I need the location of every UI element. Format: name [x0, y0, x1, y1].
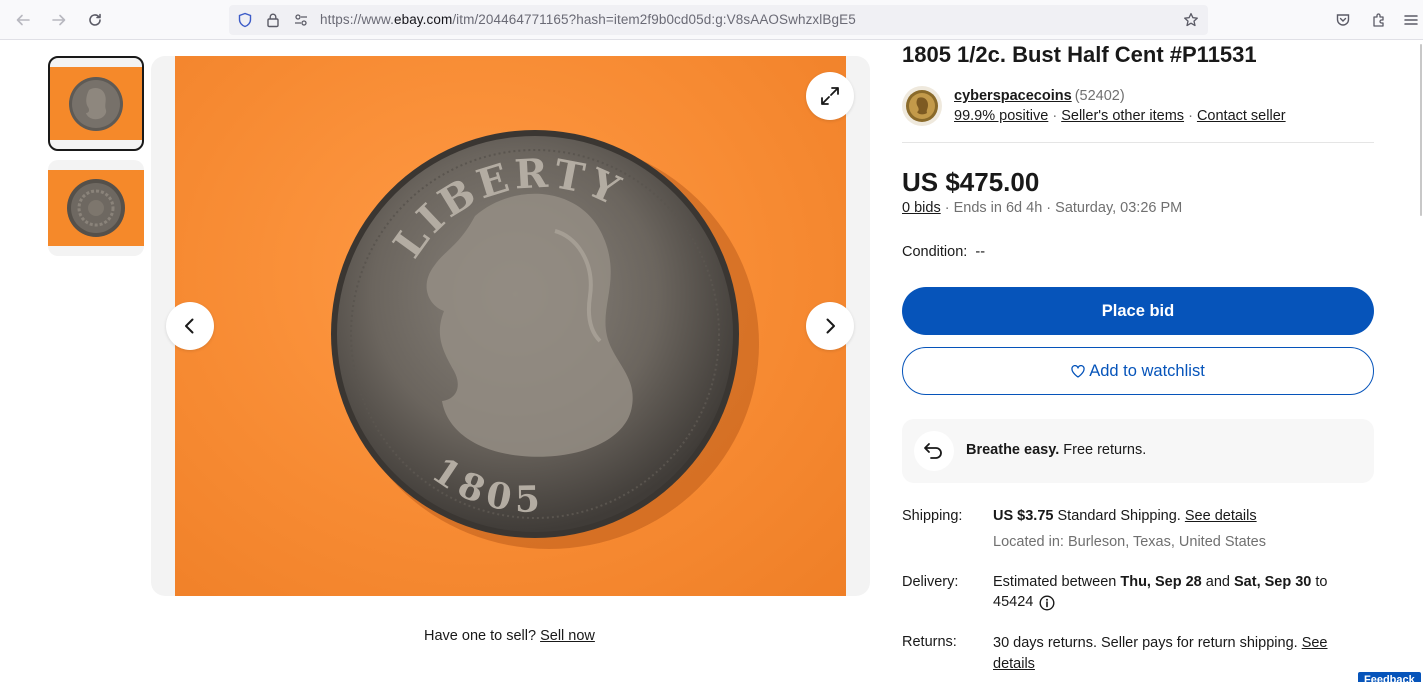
- chevron-left-icon: [185, 318, 194, 334]
- condition-value: --: [975, 244, 986, 260]
- bid-info: 0 bids · Ends in 6d 4h · Saturday, 03:26…: [902, 200, 1182, 216]
- coin-photo: LIBERTY 1805: [175, 56, 846, 596]
- thumbnail-image: [50, 67, 142, 140]
- divider: [902, 142, 1374, 143]
- shipping-see-details-link[interactable]: See details: [1185, 508, 1257, 524]
- extensions-button[interactable]: [1365, 6, 1393, 34]
- delivery-label: Delivery:: [902, 574, 959, 590]
- arrow-right-icon: [52, 14, 66, 26]
- expand-image-button[interactable]: [806, 72, 854, 120]
- shipping-cost: US $3.75: [993, 508, 1054, 524]
- delivery-and: and: [1201, 574, 1234, 590]
- contact-seller-link[interactable]: Contact seller: [1197, 108, 1286, 124]
- shipping-method: Standard Shipping.: [1053, 508, 1185, 524]
- url-text[interactable]: https://www.ebay.com/itm/204464771165?ha…: [320, 12, 856, 27]
- bids-link[interactable]: 0 bids: [902, 200, 941, 216]
- feedback-button[interactable]: Feedback: [1358, 672, 1421, 682]
- watchlist-label: Add to watchlist: [1089, 361, 1205, 380]
- delivery-end: Sat, Sep 30: [1234, 574, 1312, 590]
- main-image-container: LIBERTY 1805: [151, 56, 870, 596]
- lock-icon[interactable]: [264, 11, 282, 29]
- sell-prompt: Have one to sell? Sell now: [424, 628, 595, 644]
- scrollbar-thumb[interactable]: [1420, 44, 1422, 216]
- seller-info: cyberspacecoins (52402): [954, 88, 1125, 104]
- next-image-button[interactable]: [806, 302, 854, 350]
- reload-icon: [89, 13, 101, 26]
- seller-feedback-count: (52402): [1074, 88, 1125, 104]
- address-bar[interactable]: https://www.ebay.com/itm/204464771165?ha…: [229, 5, 1208, 35]
- previous-image-button[interactable]: [166, 302, 214, 350]
- seller-name-link[interactable]: cyberspacecoins: [954, 88, 1072, 104]
- condition-label: Condition:: [902, 244, 968, 260]
- tracking-shield-icon[interactable]: [236, 11, 254, 29]
- thumbnail-image: [48, 170, 144, 246]
- separator: ·: [1048, 108, 1062, 124]
- free-returns-banner: Breathe easy. Free returns.: [902, 419, 1374, 483]
- delivery-estimate: Estimated between Thu, Sep 28 and Sat, S…: [993, 572, 1328, 593]
- auction-end-time: · Ends in 6d 4h · Saturday, 03:26 PM: [940, 200, 1183, 216]
- pocket-icon: [1336, 14, 1350, 26]
- delivery-start: Thu, Sep 28: [1120, 574, 1202, 590]
- forward-button[interactable]: [45, 6, 73, 34]
- separator: ·: [1184, 108, 1197, 124]
- returns-policy-cont: details: [993, 654, 1035, 675]
- condition: Condition: --: [902, 244, 985, 260]
- reload-button[interactable]: [81, 6, 109, 34]
- arrow-left-icon: [16, 14, 30, 26]
- returns-policy: 30 days returns. Seller pays for return …: [993, 633, 1328, 654]
- permissions-icon[interactable]: [292, 11, 310, 29]
- seller-avatar[interactable]: [902, 86, 942, 126]
- browser-toolbar: https://www.ebay.com/itm/204464771165?ha…: [0, 0, 1423, 40]
- delivery-pre: Estimated between: [993, 574, 1121, 590]
- returns-see-details-link[interactable]: See: [1302, 635, 1328, 651]
- expand-icon: [821, 87, 839, 105]
- hamburger-icon: [1404, 15, 1418, 25]
- menu-button[interactable]: [1397, 6, 1423, 34]
- seller-links: 99.9% positive · Seller's other items · …: [954, 108, 1286, 124]
- heart-icon: [1071, 364, 1085, 378]
- puzzle-icon: [1373, 13, 1384, 27]
- pocket-button[interactable]: [1329, 6, 1357, 34]
- back-button[interactable]: [9, 6, 37, 34]
- returns-label: Returns:: [902, 634, 957, 650]
- shipping-label: Shipping:: [902, 508, 963, 524]
- info-icon[interactable]: [1039, 594, 1055, 611]
- seller-other-items-link[interactable]: Seller's other items: [1061, 108, 1184, 124]
- returns-details-link[interactable]: details: [993, 656, 1035, 672]
- chevron-right-icon: [826, 318, 835, 334]
- delivery-zip-row: 45424: [993, 592, 1055, 613]
- returns-rest: Free returns.: [1059, 442, 1147, 458]
- item-location: Located in: Burleson, Texas, United Stat…: [993, 534, 1266, 550]
- add-to-watchlist-button[interactable]: Add to watchlist: [902, 347, 1374, 395]
- thumbnail-1[interactable]: [48, 56, 144, 151]
- bookmark-star-icon[interactable]: [1182, 11, 1200, 29]
- returns-text: 30 days returns. Seller pays for return …: [993, 635, 1302, 651]
- listing-title: 1805 1/2c. Bust Half Cent #P11531: [902, 42, 1257, 67]
- place-bid-button[interactable]: Place bid: [902, 287, 1374, 335]
- sell-question: Have one to sell?: [424, 628, 537, 644]
- returns-bold: Breathe easy.: [966, 442, 1060, 458]
- free-returns-text: Breathe easy. Free returns.: [966, 442, 1146, 458]
- sell-now-link[interactable]: Sell now: [540, 628, 595, 644]
- price: US $475.00: [902, 167, 1040, 197]
- delivery-zip[interactable]: 45424: [993, 592, 1033, 613]
- shipping-value: US $3.75 Standard Shipping. See details: [993, 506, 1257, 527]
- coin-avatar-icon: [906, 90, 938, 122]
- delivery-to: to: [1311, 574, 1328, 590]
- return-arrow-icon: [914, 431, 954, 471]
- thumbnail-2[interactable]: [48, 160, 144, 256]
- positive-feedback-link[interactable]: 99.9% positive: [954, 108, 1048, 124]
